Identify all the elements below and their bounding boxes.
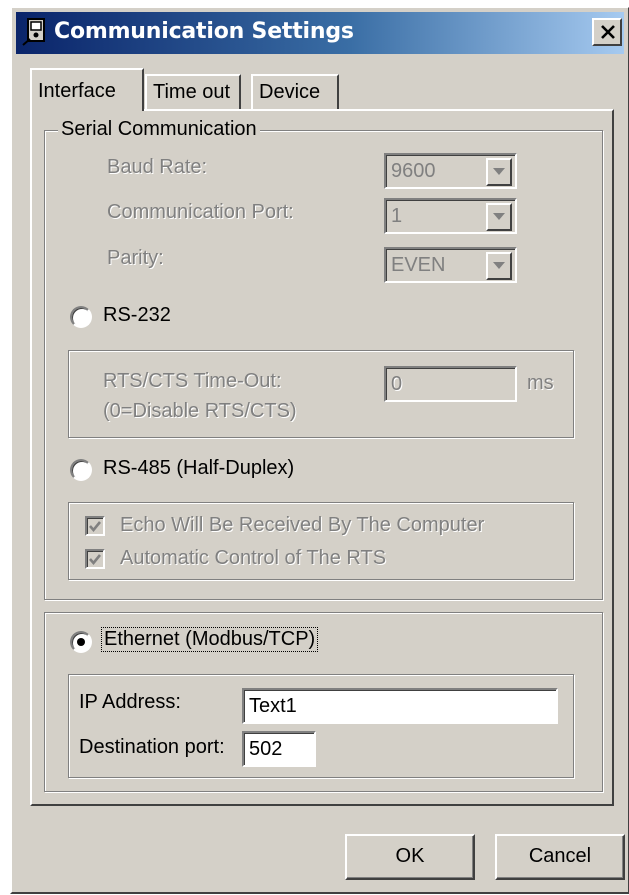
title-bar[interactable]: Communication Settings — [16, 12, 624, 54]
tab-interface-label: Interface — [38, 80, 116, 102]
tab-interface[interactable]: Interface — [30, 68, 144, 111]
tab-time-out[interactable]: Time out — [145, 74, 241, 109]
communication-settings-dialog: Communication Settings Interface Time ou… — [10, 6, 629, 894]
close-button[interactable] — [592, 18, 622, 46]
ok-button-label: OK — [395, 845, 425, 867]
cancel-button[interactable]: Cancel — [495, 834, 625, 880]
tab-device-label: Device — [259, 81, 321, 103]
meter-app-icon — [20, 17, 50, 47]
interface-tab-panel — [30, 109, 614, 806]
window-title: Communication Settings — [54, 19, 354, 44]
tab-device[interactable]: Device — [251, 74, 339, 109]
cancel-button-label: Cancel — [528, 845, 592, 867]
ok-button[interactable]: OK — [345, 834, 475, 880]
tab-time-out-label: Time out — [153, 81, 231, 103]
close-icon — [601, 25, 615, 39]
